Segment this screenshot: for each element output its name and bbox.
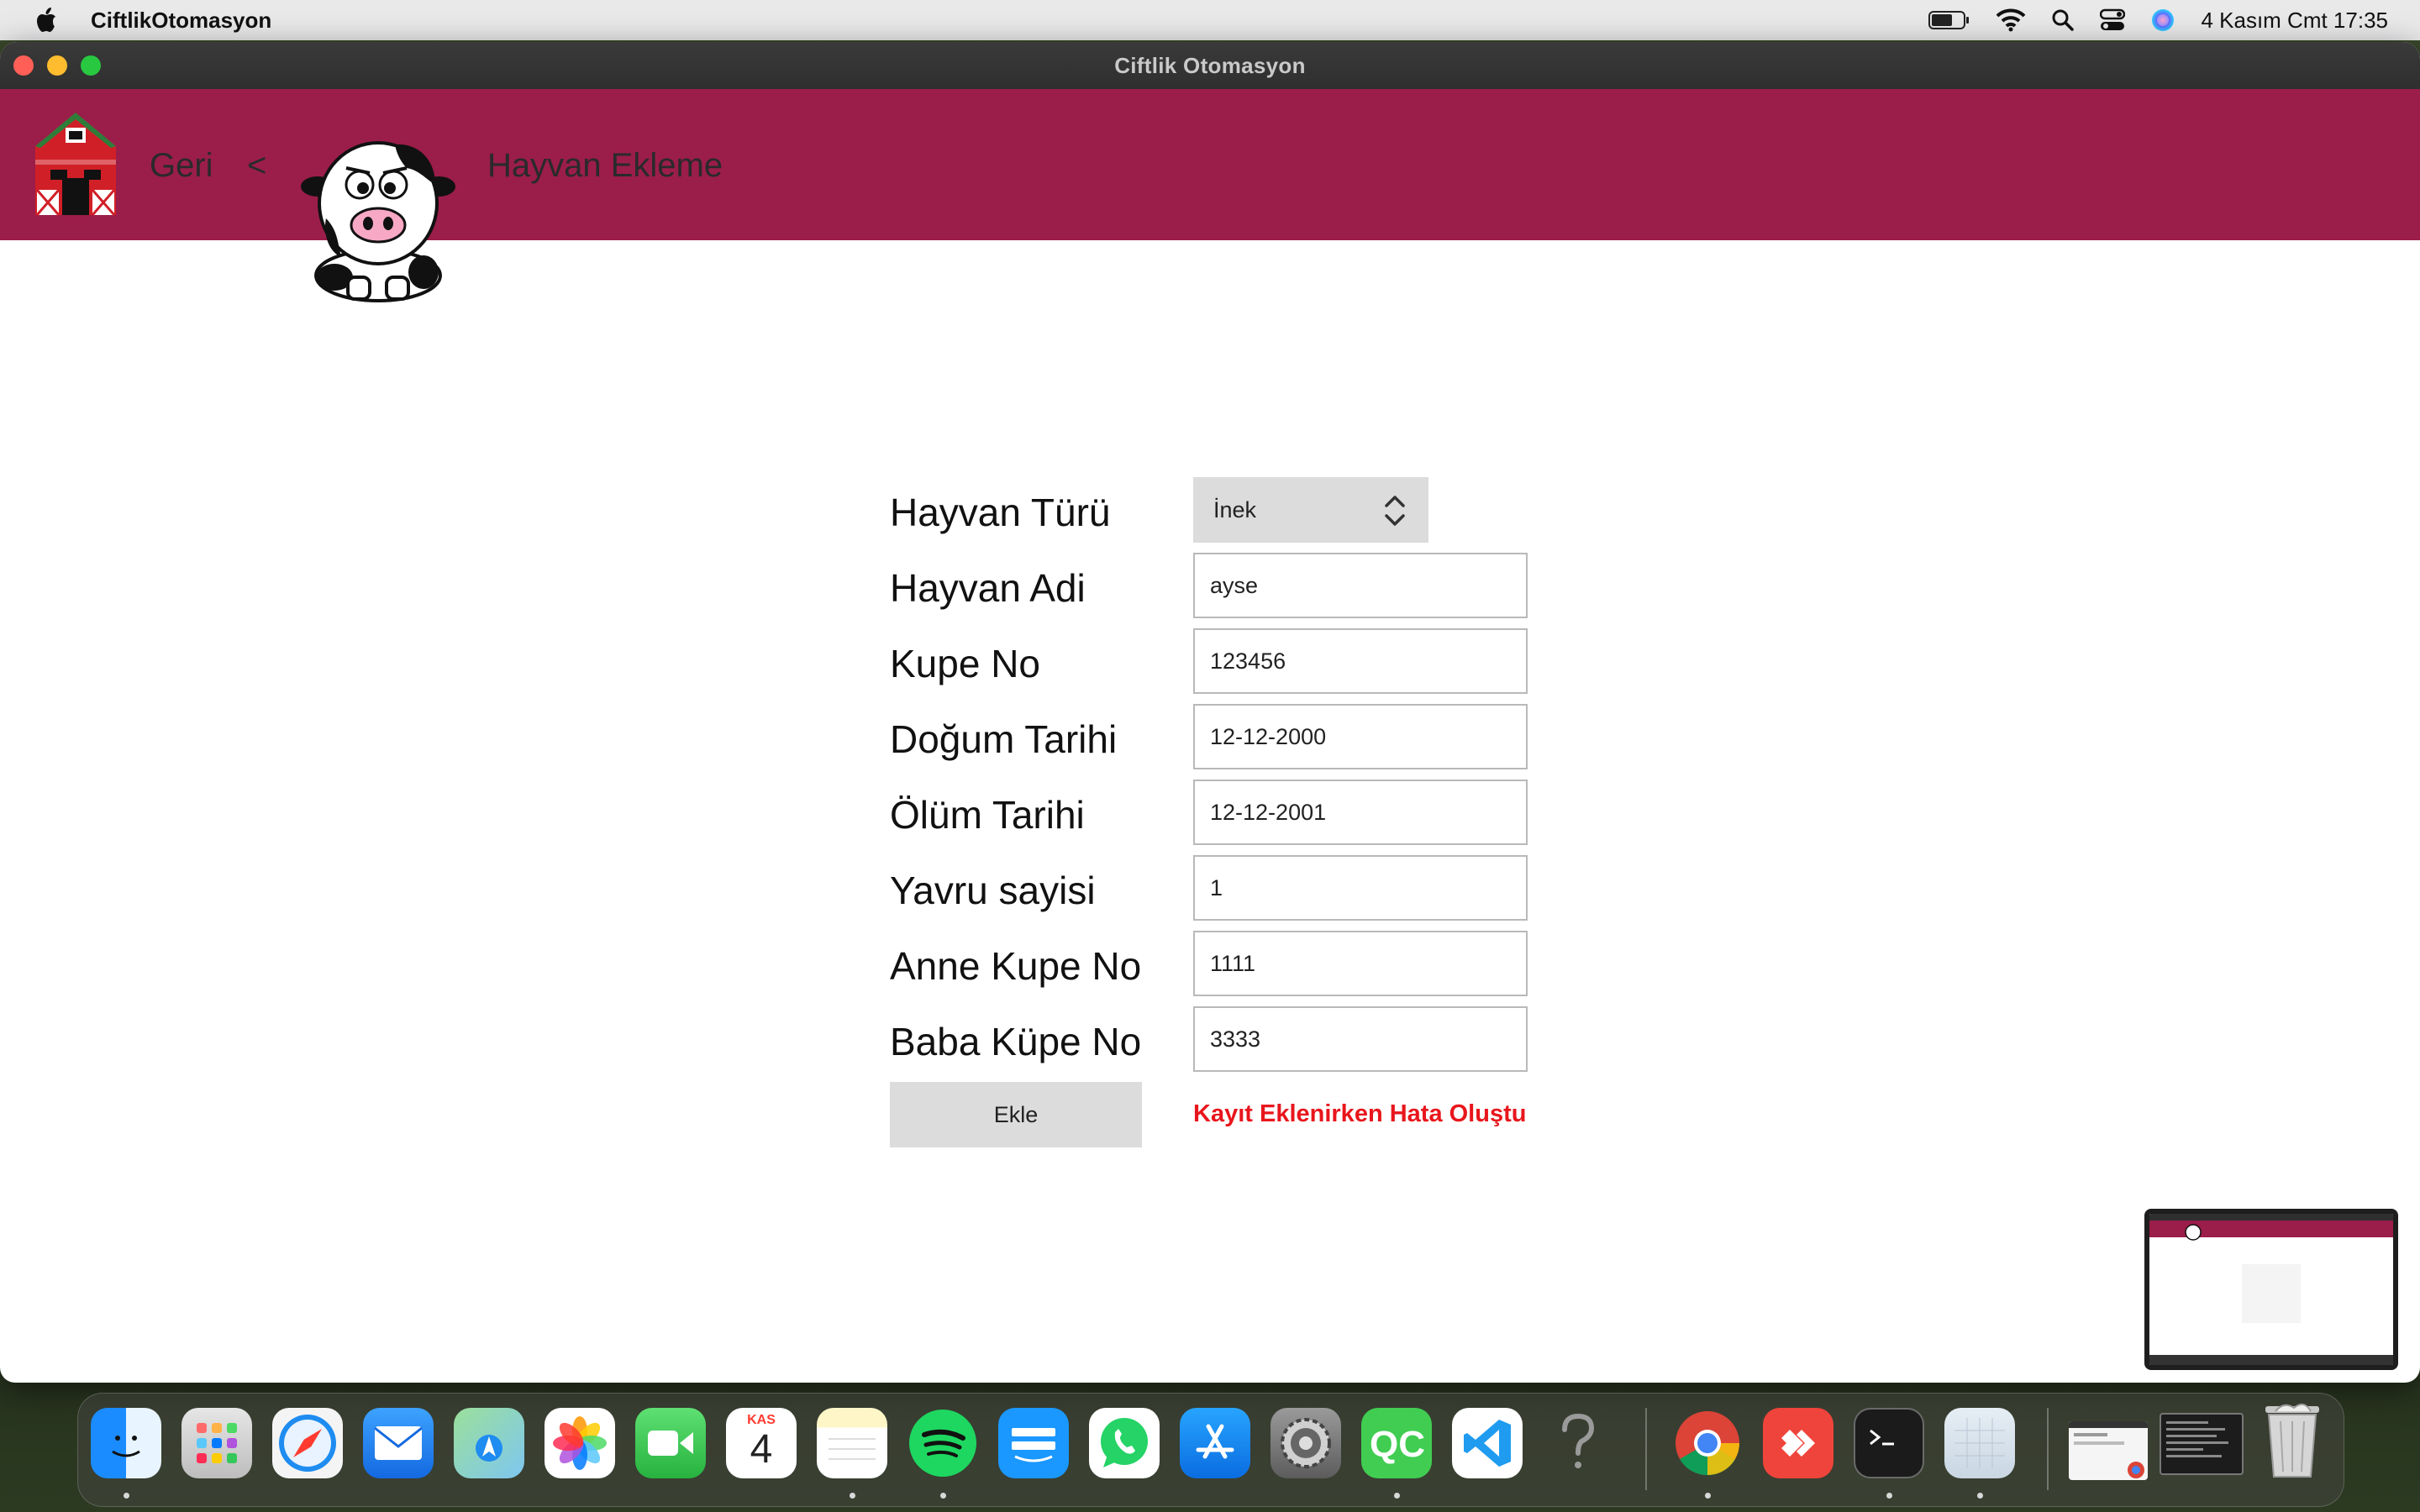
facetime-icon[interactable] — [635, 1408, 706, 1478]
terminal-icon[interactable] — [1854, 1408, 1924, 1478]
add-button[interactable]: Ekle — [890, 1082, 1142, 1147]
anydesk-icon[interactable] — [1763, 1408, 1833, 1478]
help-icon[interactable] — [1543, 1408, 1613, 1478]
offspring-count-label: Yavru sayisi — [890, 869, 1096, 912]
father-tag-input[interactable] — [1193, 1006, 1528, 1072]
updown-chevron-icon — [1383, 494, 1407, 533]
downloads-stack-icon[interactable] — [2069, 1421, 2148, 1480]
app-store-icon[interactable] — [1180, 1408, 1250, 1478]
active-app-name[interactable]: CiftlikOtomasyon — [91, 8, 271, 34]
cow-icon — [301, 126, 455, 307]
svg-text:QC: QC — [1370, 1424, 1425, 1465]
species-selected-value: İnek — [1213, 496, 1257, 522]
window-titlebar[interactable]: Ciftlik Otomasyon — [0, 42, 2420, 90]
running-indicator — [940, 1493, 946, 1499]
running-indicator — [1977, 1493, 1983, 1499]
name-label: Hayvan Adi — [890, 566, 1086, 610]
control-center-icon[interactable] — [2100, 8, 2126, 32]
qt-creator-icon[interactable]: QC — [1361, 1408, 1432, 1478]
maps-icon[interactable] — [454, 1408, 524, 1478]
preview-icon[interactable] — [1944, 1408, 2015, 1478]
wifi-icon[interactable] — [1996, 8, 2026, 32]
screenshot-thumbnail[interactable] — [2144, 1209, 2398, 1370]
spotify-icon[interactable] — [908, 1408, 978, 1478]
running-indicator — [124, 1493, 129, 1499]
father-tag-label: Baba Küpe No — [890, 1020, 1142, 1063]
species-label: Hayvan Türü — [890, 491, 1111, 534]
death-date-input[interactable] — [1193, 780, 1528, 845]
tag-label: Kupe No — [890, 642, 1041, 685]
zoom-window-button[interactable] — [81, 55, 101, 76]
mother-tag-input[interactable] — [1193, 931, 1528, 996]
siri-icon[interactable] — [2150, 8, 2175, 33]
species-combobox[interactable]: İnek — [1193, 477, 1428, 543]
safari-icon[interactable] — [272, 1408, 343, 1478]
running-indicator — [1705, 1493, 1711, 1499]
death-date-label: Ölüm Tarihi — [890, 793, 1085, 837]
back-label[interactable]: Geri — [150, 147, 213, 185]
calendar-day: 4 — [750, 1427, 773, 1472]
battery-icon[interactable] — [1928, 10, 1970, 30]
mother-tag-label: Anne Kupe No — [890, 944, 1142, 988]
calendar-icon[interactable]: KAS 4 — [726, 1408, 797, 1478]
dock-separator — [2047, 1408, 2049, 1490]
system-settings-icon[interactable] — [1270, 1408, 1341, 1478]
birth-date-label: Doğum Tarihi — [890, 717, 1118, 761]
minimize-window-button[interactable] — [47, 55, 67, 76]
notes-icon[interactable] — [817, 1408, 887, 1478]
offspring-count-input[interactable] — [1193, 855, 1528, 921]
mail-icon[interactable] — [363, 1408, 434, 1478]
running-indicator — [1394, 1493, 1400, 1499]
chrome-icon[interactable] — [1672, 1408, 1743, 1478]
dock-separator — [1645, 1408, 1647, 1490]
error-message: Kayıt Eklenirken Hata Oluştu — [1193, 1100, 1527, 1127]
launchpad-icon[interactable] — [182, 1408, 252, 1478]
menu-bar: CiftlikOtomasyon 4 Kasım Cmt 17:35 — [0, 0, 2420, 40]
vscode-icon[interactable] — [1452, 1408, 1523, 1478]
birth-date-input[interactable] — [1193, 704, 1528, 769]
apple-menu-icon[interactable] — [34, 6, 59, 34]
prime-video-icon[interactable] — [998, 1408, 1069, 1478]
running-indicator — [1886, 1493, 1892, 1499]
photos-icon[interactable] — [544, 1408, 615, 1478]
trash-icon[interactable] — [2257, 1399, 2328, 1480]
menu-clock[interactable]: 4 Kasım Cmt 17:35 — [2201, 8, 2388, 34]
finder-icon[interactable] — [91, 1408, 161, 1478]
close-window-button[interactable] — [13, 55, 34, 76]
whatsapp-icon[interactable] — [1089, 1408, 1160, 1478]
running-indicator — [850, 1493, 855, 1499]
page-title: Hayvan Ekleme — [487, 147, 723, 184]
breadcrumb-separator: < — [247, 147, 267, 184]
tag-input[interactable] — [1193, 628, 1528, 694]
spotlight-search-icon[interactable] — [2051, 8, 2075, 32]
barn-icon[interactable] — [32, 109, 119, 224]
documents-stack-icon[interactable] — [2160, 1413, 2244, 1475]
window-title: Ciftlik Otomasyon — [1114, 52, 1306, 78]
name-input[interactable] — [1193, 553, 1528, 618]
